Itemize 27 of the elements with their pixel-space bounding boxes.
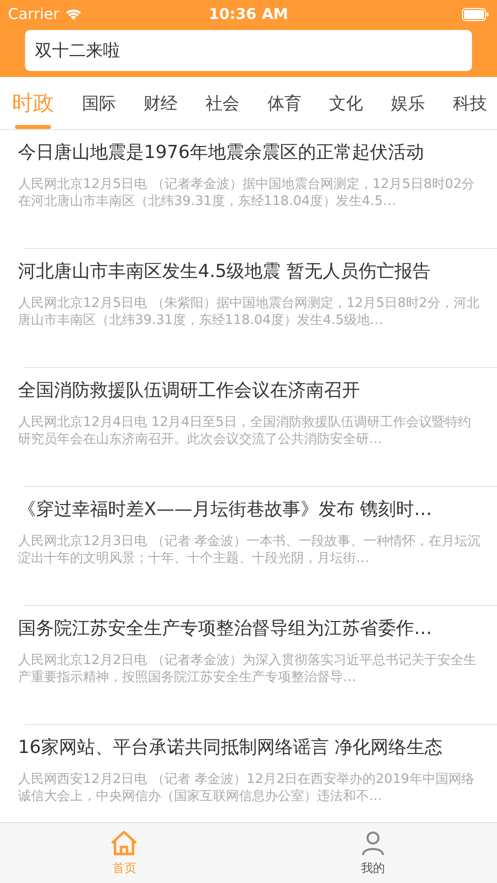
wifi-icon (65, 8, 82, 20)
tab-bar-item[interactable]: 我的 (248, 823, 497, 883)
news-summary: 人民网北京12月4日电 12月4日至5日，全国消防救援队伍调研工作会议暨特约研究员年会在山东济南召开。此次会议交流了公共消防安全研… (18, 414, 472, 448)
news-summary: 人民网西安12月2日电 （记者 孝金波）12月2日在西安举办的2019年中国网络诚信大会上，中央网信办（国家互联网信息办公室）违法和不… (18, 771, 476, 805)
news-title[interactable]: 16家网站、平台承诺共同抵制网络谣言 净化网络生态 (18, 735, 497, 761)
news-summary: 人民网北京12月3日电 （记者 孝金波）一本书、一段故事、一种情怀，在月坛沉淀出十年的文明风景；十年、十个主题、十段光阴，月坛街… (18, 533, 481, 567)
category-tab[interactable]: 科技 (452, 77, 487, 129)
carrier-label: Carrier (8, 5, 60, 23)
news-title[interactable]: 今日唐山地震是1976年地震余震区的正常起伏活动 (18, 140, 497, 166)
category-tab[interactable]: 娱乐 (391, 77, 426, 129)
news-title[interactable]: 河北唐山市丰南区发生4.5级地震 暂无人员伤亡报告 (18, 259, 497, 285)
news-summary: 人民网北京12月2日电 （记者孝金波）为深入贯彻落实习近平总书记关于安全生产重要指示精神，按照国务院江苏安全生产专项整治督导… (18, 652, 478, 686)
search-field[interactable]: 双十二来啦 (25, 30, 472, 71)
category-tab[interactable]: 文化 (329, 77, 364, 129)
home-icon (110, 830, 138, 856)
news-summary: 人民网北京12月5日电 （记者孝金波）据中国地震台网测定，12月5日8时02分在河北唐山市丰南区（北纬39.31度，东经118.04度）发生4.5… (18, 176, 476, 210)
person-icon (360, 830, 386, 856)
category-tab[interactable]: 财经 (144, 77, 178, 129)
category-tab[interactable]: 国际 (82, 77, 116, 129)
news-summary: 人民网北京12月5日电 （朱紫阳）据中国地震台网测定，12月5日8时2分，河北唐山市丰南区（北纬39.31度，东经118.04度）发生4.5级地… (18, 295, 480, 329)
battery-icon (462, 8, 489, 20)
category-tab[interactable]: 社会 (206, 77, 240, 129)
news-title[interactable]: 《穿过幸福时差X——月坛街巷故事》发布 镌刻时… (18, 497, 497, 523)
category-tab[interactable]: 体育 (267, 77, 302, 129)
news-title[interactable]: 全国消防救援队伍调研工作会议在济南召开 (18, 378, 497, 404)
clock-time: 10:36 AM (208, 5, 288, 23)
news-title[interactable]: 国务院江苏安全生产专项整治督导组为江苏省委作… (18, 616, 497, 642)
